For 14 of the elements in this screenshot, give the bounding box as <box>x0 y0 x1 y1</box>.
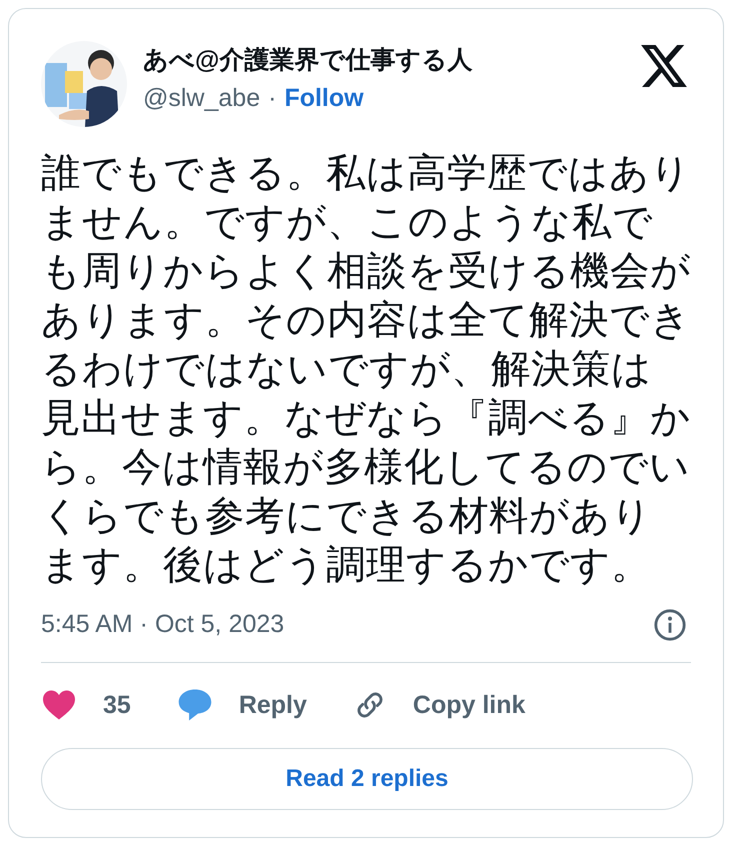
x-logo-icon[interactable] <box>641 45 687 87</box>
tweet-text: 誰でもできる。私は高学歴ではありません。ですが、このような私でも周りからよく相談を受ける機会があります。その内容は全て解決できるわけではないですが、解決策は見出せます。なぜなら『調べる』から。今は情報が多様化してるのでいくらでも参考にできる材料があります。後はどう調理するかです。 <box>41 150 691 589</box>
timestamp[interactable]: 5:45 AM · Oct 5, 2023 <box>41 606 284 644</box>
author-name: あべ@介護業界で仕事する人 <box>143 45 474 75</box>
copy-link-button[interactable]: Copy link <box>352 686 526 724</box>
speech-bubble-icon <box>176 688 213 722</box>
follow-link[interactable]: Follow <box>284 83 364 113</box>
info-icon[interactable] <box>653 608 687 642</box>
like-button[interactable]: 35 <box>41 686 131 724</box>
separator: · <box>268 83 276 113</box>
author-handle: @slw_abe <box>143 83 260 113</box>
read-replies-button[interactable]: Read 2 replies <box>41 748 693 810</box>
heart-icon <box>41 689 77 722</box>
reply-button[interactable]: Reply <box>176 686 307 724</box>
